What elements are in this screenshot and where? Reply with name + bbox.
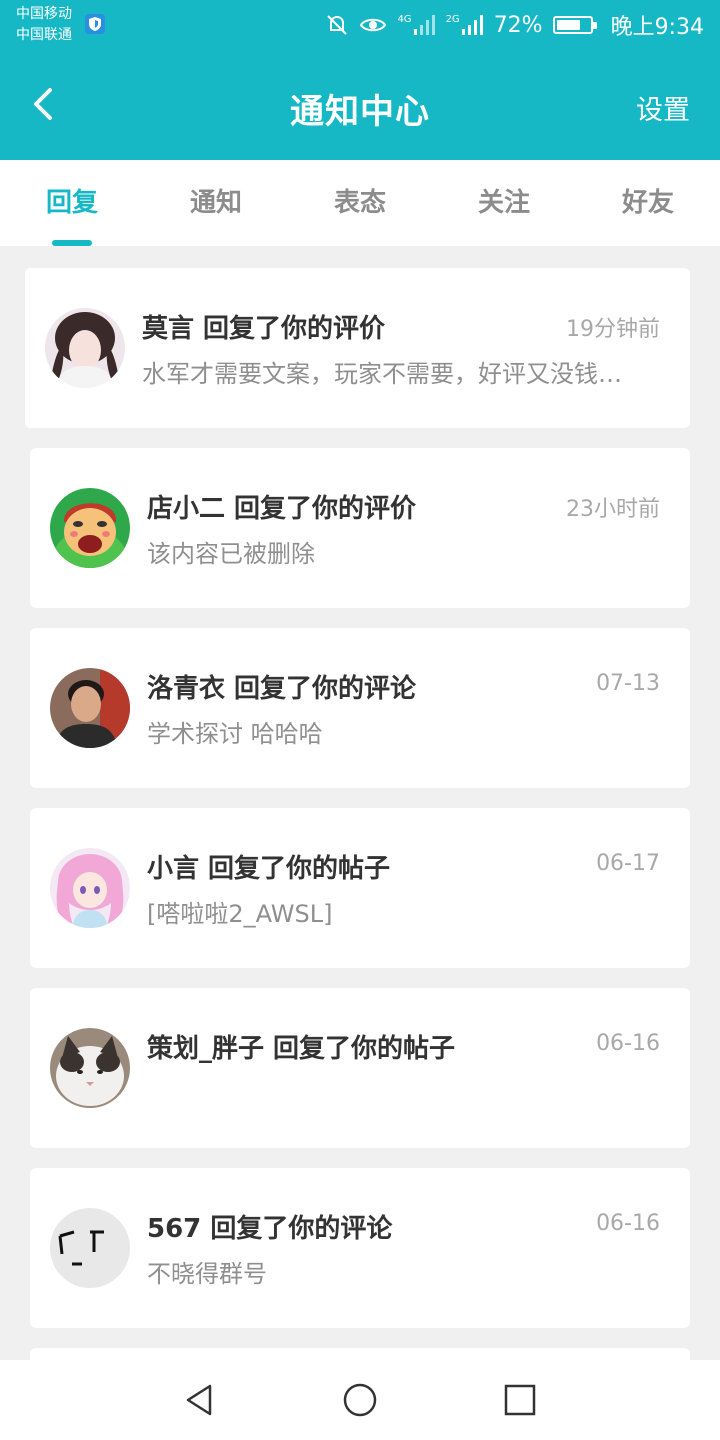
navigation-bar: 通知中心 设置 — [0, 60, 720, 150]
status-icons: 4G 2G 72% 晚上9:34 — [325, 8, 704, 42]
back-triangle-icon[interactable] — [182, 1382, 218, 1418]
signal-2g: 2G — [446, 15, 484, 35]
notification-item[interactable]: 小言 回复了你的帖子 06-17 [嗒啦啦2_AWSL] — [30, 808, 690, 968]
settings-button[interactable]: 设置 — [636, 88, 690, 127]
notification-item[interactable]: 店小二 回复了你的评价 23小时前 该内容已被删除 — [30, 448, 690, 608]
page-title: 通知中心 — [290, 92, 430, 132]
carrier-2: 中国联通 — [16, 27, 72, 43]
avatar[interactable] — [50, 488, 130, 568]
avatar[interactable] — [50, 1208, 130, 1288]
signal-bars-icon — [461, 15, 483, 35]
shield-icon — [85, 14, 105, 34]
tab-label: 回复 — [45, 188, 98, 218]
header: 中国移动 中国联通 4G 2G 72% 晚上9:34 通知中心 设置 — [0, 0, 720, 160]
signal-bars-icon — [413, 15, 435, 35]
notification-list: 莫言 回复了你的评价 19分钟前 水军才需要文案，玩家不需要，好评又没钱… 店小… — [0, 246, 720, 1360]
notification-item[interactable]: 莫言 回复了你的评价 19分钟前 水军才需要文案，玩家不需要，好评又没钱… — [25, 268, 690, 428]
notification-body: 水军才需要文案，玩家不需要，好评又没钱… — [142, 360, 622, 388]
tab-reaction[interactable]: 表态 — [288, 160, 432, 246]
mute-icon — [327, 15, 348, 35]
notification-item-partial[interactable] — [30, 1348, 690, 1360]
notification-title: 策划_胖子 回复了你的帖子 — [147, 1034, 456, 1064]
notification-body: 不晓得群号 — [147, 1260, 267, 1288]
battery-level — [556, 20, 580, 30]
notification-title: 567 回复了你的评论 — [147, 1214, 393, 1244]
tab-label: 通知 — [189, 188, 242, 218]
battery-percent: 72% — [493, 12, 543, 38]
tab-follow[interactable]: 关注 — [432, 160, 576, 246]
tab-bar: 回复 通知 表态 关注 好友 — [0, 160, 720, 246]
eye-icon — [360, 18, 387, 32]
clock: 晚上9:34 — [610, 15, 704, 40]
notification-body: [嗒啦啦2_AWSL] — [147, 900, 333, 928]
notification-body: 该内容已被删除 — [147, 540, 315, 568]
notification-item[interactable]: 洛青衣 回复了你的评论 07-13 学术探讨 哈哈哈 — [30, 628, 690, 788]
home-circle-icon[interactable] — [342, 1382, 378, 1418]
notification-title: 店小二 回复了你的评价 — [147, 494, 417, 524]
recents-square-icon[interactable] — [502, 1382, 538, 1418]
tab-label: 关注 — [477, 188, 530, 218]
notification-body: 学术探讨 哈哈哈 — [147, 720, 323, 748]
notification-time: 19分钟前 — [566, 317, 660, 342]
notification-time: 06-17 — [596, 851, 660, 876]
notification-time: 06-16 — [596, 1031, 660, 1056]
signal-4g: 4G — [397, 15, 435, 35]
notification-time: 06-16 — [596, 1211, 660, 1236]
notification-time: 07-13 — [596, 671, 660, 696]
notification-title: 洛青衣 回复了你的评论 — [147, 674, 417, 704]
notification-item[interactable]: 策划_胖子 回复了你的帖子 06-16 — [30, 988, 690, 1148]
notification-item[interactable]: 567 回复了你的评论 06-16 不晓得群号 — [30, 1168, 690, 1328]
notification-time: 23小时前 — [566, 497, 660, 522]
avatar[interactable] — [45, 308, 125, 388]
carrier-1: 中国移动 — [16, 6, 72, 22]
notification-title: 小言 回复了你的帖子 — [147, 854, 391, 884]
system-nav-bar — [0, 1360, 720, 1440]
notification-title: 莫言 回复了你的评价 — [142, 314, 386, 344]
avatar[interactable] — [50, 668, 130, 748]
tab-notice[interactable]: 通知 — [144, 160, 288, 246]
battery-icon — [552, 16, 597, 34]
tab-friends[interactable]: 好友 — [576, 160, 720, 246]
tab-label: 表态 — [333, 188, 386, 218]
avatar[interactable] — [50, 1028, 130, 1108]
avatar[interactable] — [50, 848, 130, 928]
carrier-info: 中国移动 中国联通 — [16, 4, 72, 46]
tab-reply[interactable]: 回复 — [0, 160, 144, 246]
tab-label: 好友 — [621, 188, 674, 218]
